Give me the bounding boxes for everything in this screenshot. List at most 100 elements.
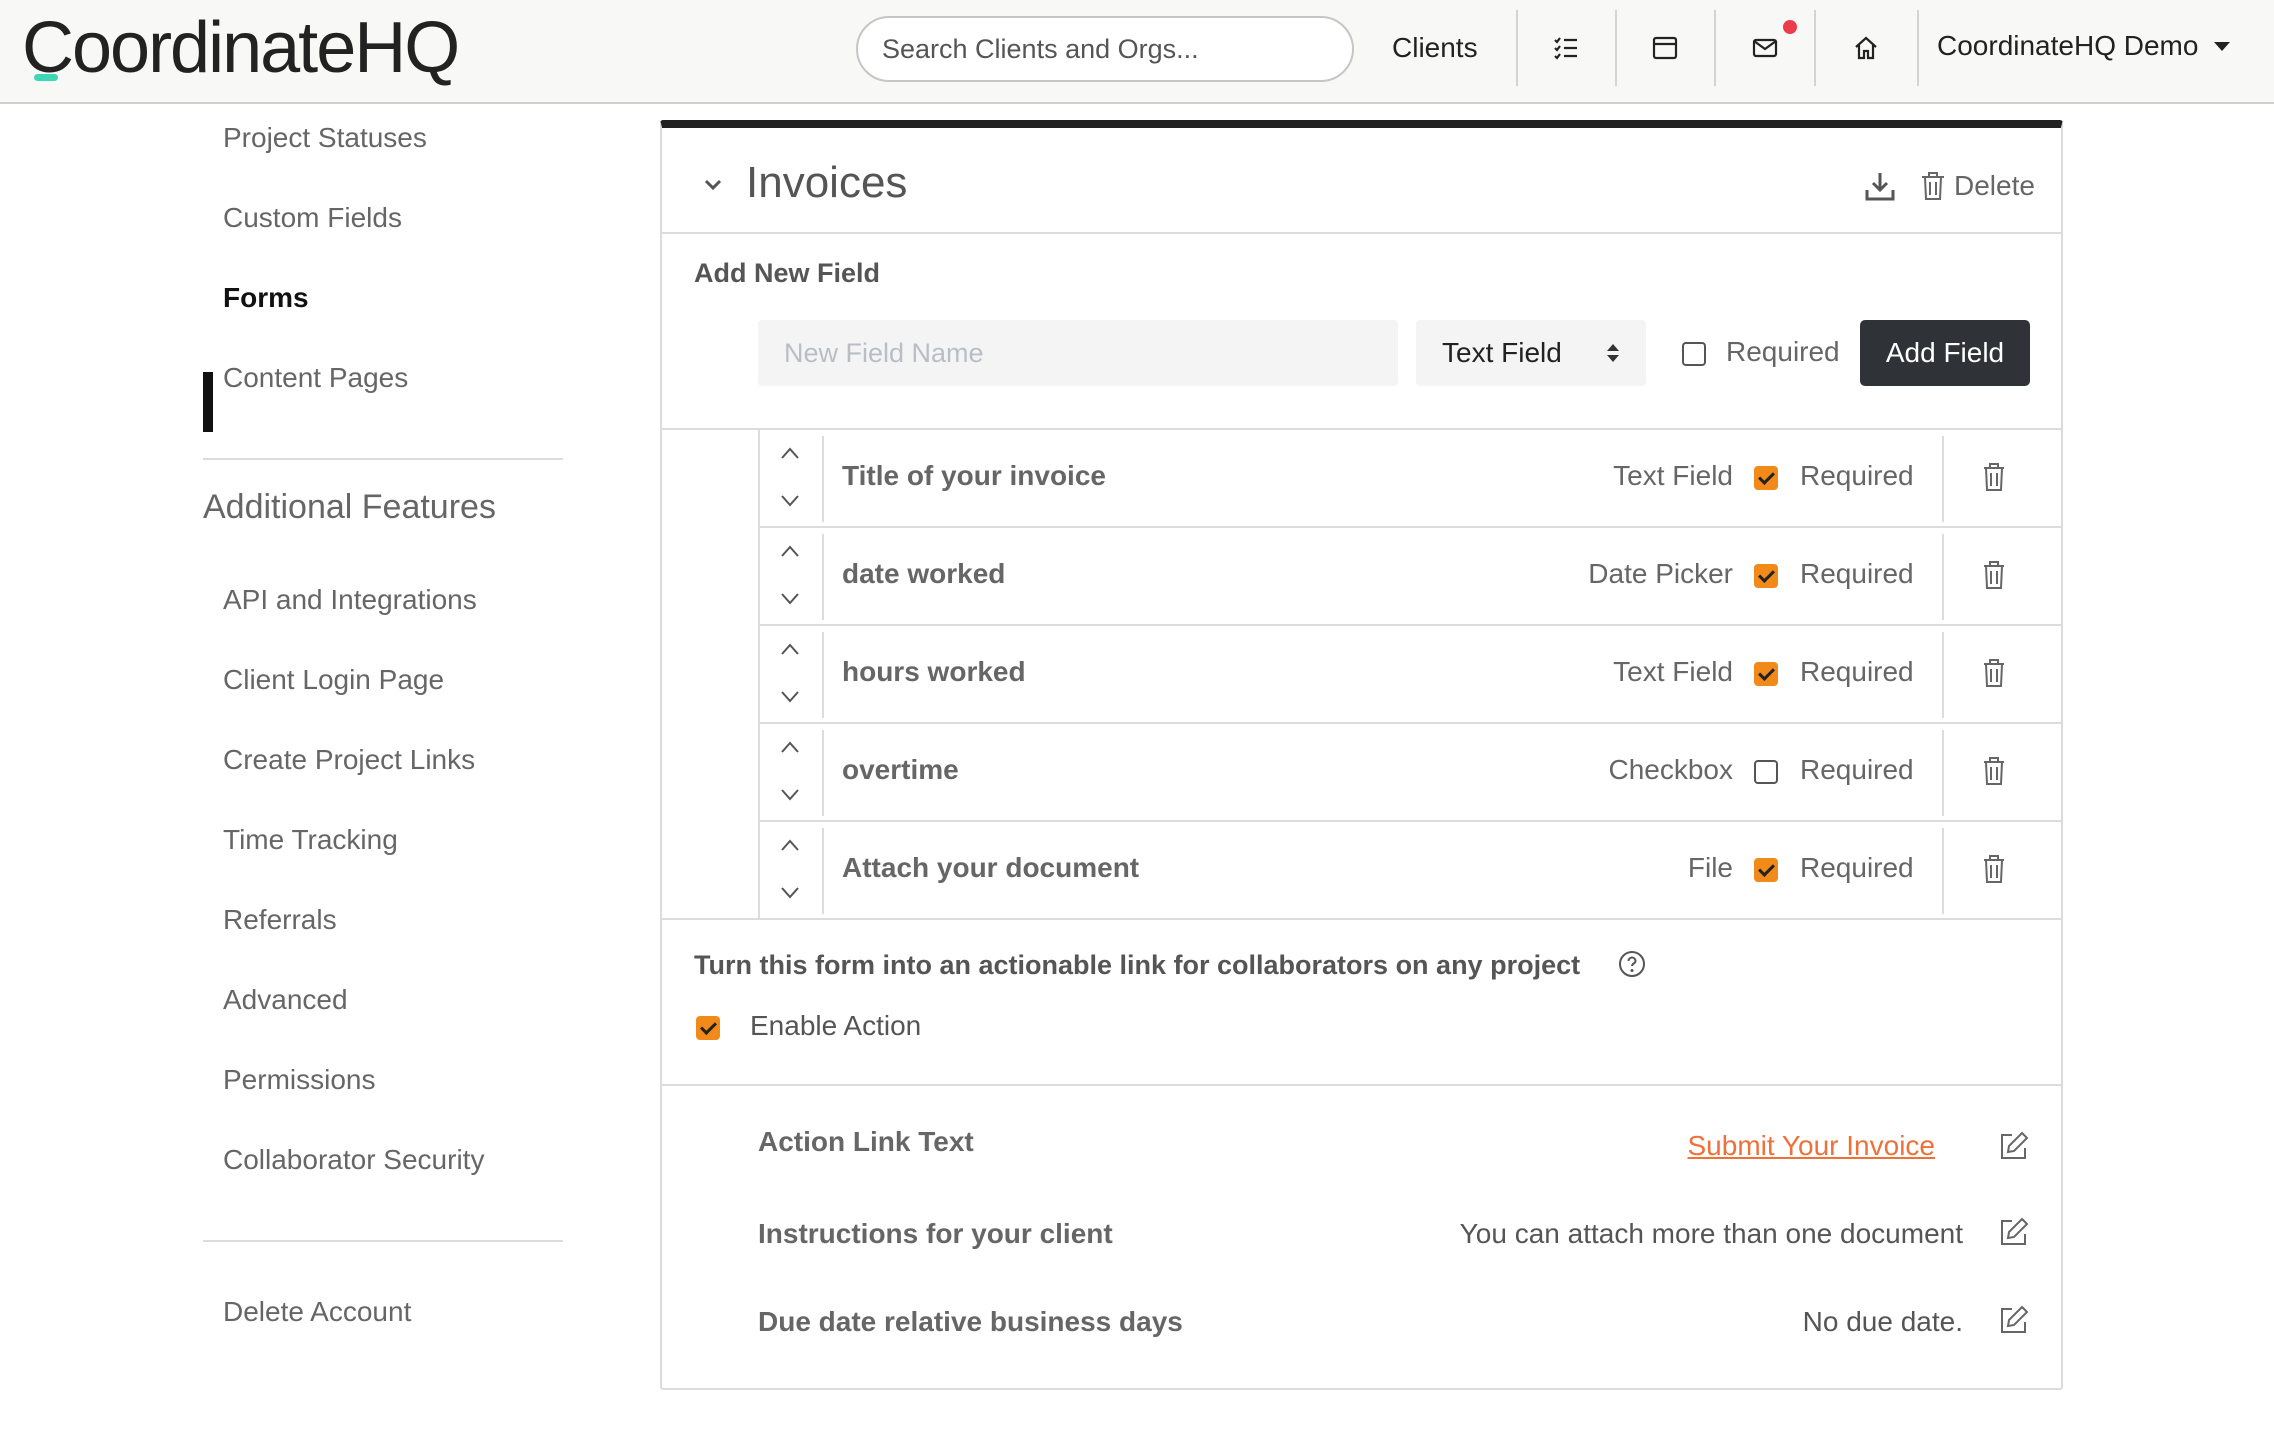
account-menu[interactable]: CoordinateHQ Demo	[1937, 30, 2198, 62]
field-required-checkbox[interactable]	[1754, 858, 1778, 882]
divider	[662, 232, 2061, 234]
move-down-icon[interactable]	[780, 494, 800, 508]
sidebar-item-content-pages[interactable]: Content Pages	[223, 362, 408, 394]
sidebar-divider	[203, 1240, 563, 1242]
trash-icon[interactable]	[1982, 560, 2006, 590]
action-link-text-label: Action Link Text	[758, 1126, 974, 1157]
mail-icon[interactable]	[1745, 28, 1785, 68]
action-link-text-value[interactable]: Submit Your Invoice	[1688, 1130, 1936, 1162]
home-icon[interactable]	[1846, 28, 1886, 68]
logo-accent	[34, 74, 58, 81]
new-field-required-checkbox[interactable]	[1682, 342, 1706, 366]
field-type-value: Text Field	[1442, 337, 1562, 368]
sidebar-item-forms[interactable]: Forms	[223, 282, 309, 314]
trash-icon[interactable]	[1982, 462, 2006, 492]
field-name[interactable]: date worked	[842, 558, 1005, 590]
move-up-icon[interactable]	[780, 544, 800, 558]
form-editor-card: Invoices Delete Add New Field Text Field…	[660, 120, 2063, 1390]
chevron-down-icon[interactable]	[702, 174, 724, 196]
active-indicator	[203, 372, 213, 432]
help-icon[interactable]	[1618, 950, 1646, 978]
sidebar-divider	[203, 458, 563, 460]
sidebar-item-client-login-page[interactable]: Client Login Page	[223, 664, 444, 696]
field-type: Text Field	[1613, 460, 1733, 491]
notification-dot	[1783, 20, 1797, 34]
move-up-icon[interactable]	[780, 838, 800, 852]
enable-action-label: Enable Action	[750, 1010, 922, 1041]
new-field-required-label: Required	[1726, 336, 1840, 367]
move-down-icon[interactable]	[780, 592, 800, 606]
trash-icon[interactable]	[1982, 658, 2006, 688]
calendar-icon[interactable]	[1645, 28, 1685, 68]
sidebar-item-time-tracking[interactable]: Time Tracking	[223, 824, 398, 856]
checklist-icon[interactable]	[1546, 28, 1586, 68]
field-required-checkbox[interactable]	[1754, 564, 1778, 588]
delete-form-button[interactable]: Delete	[1920, 168, 2035, 204]
enable-action-checkbox[interactable]	[696, 1016, 720, 1040]
row-border	[1942, 730, 1944, 816]
sort-arrows-icon	[1607, 344, 1619, 362]
field-type: Checkbox	[1608, 754, 1733, 785]
field-row: hours worked Text Field Required	[758, 626, 2061, 724]
field-name[interactable]: Attach your document	[842, 852, 1139, 884]
action-prompt: Turn this form into an actionable link f…	[694, 950, 1581, 980]
sidebar-item-advanced[interactable]: Advanced	[223, 984, 348, 1016]
row-border	[758, 626, 760, 724]
field-required-checkbox[interactable]	[1754, 662, 1778, 686]
trash-icon[interactable]	[1982, 854, 2006, 884]
sidebar-item-referrals[interactable]: Referrals	[223, 904, 337, 936]
sidebar-item-collaborator-security[interactable]: Collaborator Security	[223, 1144, 484, 1176]
sidebar-item-project-statuses[interactable]: Project Statuses	[223, 122, 427, 154]
coordinatehq-logo[interactable]: CoordinateHQ	[22, 6, 460, 90]
divider	[662, 918, 2061, 920]
row-border	[758, 430, 760, 528]
nav-divider	[1917, 10, 1919, 86]
row-border	[758, 528, 760, 626]
move-up-icon[interactable]	[780, 740, 800, 754]
field-required-checkbox[interactable]	[1754, 466, 1778, 490]
nav-divider	[1615, 10, 1617, 86]
edit-icon[interactable]	[1998, 1130, 2030, 1162]
sidebar-section-heading: Additional Features	[203, 488, 496, 526]
field-type: Text Field	[1613, 656, 1733, 687]
field-name[interactable]: Title of your invoice	[842, 460, 1106, 492]
row-border	[822, 436, 824, 522]
caret-down-icon[interactable]	[2214, 42, 2230, 51]
move-down-icon[interactable]	[780, 690, 800, 704]
add-field-button[interactable]: Add Field	[1860, 320, 2030, 386]
edit-icon[interactable]	[1998, 1304, 2030, 1336]
download-icon[interactable]	[1864, 170, 1896, 202]
field-row: Attach your document File Required	[758, 822, 2061, 920]
row-border	[758, 724, 760, 822]
row-border	[822, 534, 824, 620]
field-row: overtime Checkbox Required	[758, 724, 2061, 822]
add-new-field-heading: Add New Field	[694, 258, 881, 288]
move-up-icon[interactable]	[780, 642, 800, 656]
move-up-icon[interactable]	[780, 446, 800, 460]
form-title: Invoices	[746, 158, 908, 207]
sidebar-item-custom-fields[interactable]: Custom Fields	[223, 202, 402, 234]
edit-icon[interactable]	[1998, 1216, 2030, 1248]
search-input[interactable]	[856, 16, 1354, 82]
field-name[interactable]: hours worked	[842, 656, 1026, 688]
nav-divider	[1714, 10, 1716, 86]
field-type: Date Picker	[1588, 558, 1733, 589]
new-field-name-input[interactable]	[758, 320, 1398, 386]
field-type: File	[1687, 852, 1733, 883]
nav-clients-link[interactable]: Clients	[1392, 32, 1478, 64]
sidebar-item-api-integrations[interactable]: API and Integrations	[223, 584, 477, 616]
sidebar-item-permissions[interactable]: Permissions	[223, 1064, 375, 1096]
instructions-label: Instructions for your client	[758, 1218, 1113, 1249]
field-name[interactable]: overtime	[842, 754, 959, 786]
field-required-checkbox[interactable]	[1754, 760, 1778, 784]
nav-divider	[1516, 10, 1518, 86]
trash-icon[interactable]	[1982, 756, 2006, 786]
instructions-value: You can attach more than one document	[1459, 1218, 1963, 1249]
field-required-label: Required	[1800, 656, 1914, 687]
field-type-select[interactable]: Text Field	[1416, 320, 1646, 386]
move-down-icon[interactable]	[780, 886, 800, 900]
move-down-icon[interactable]	[780, 788, 800, 802]
sidebar-item-delete-account[interactable]: Delete Account	[223, 1296, 411, 1328]
trash-icon	[1922, 172, 1944, 200]
sidebar-item-create-project-links[interactable]: Create Project Links	[223, 744, 475, 776]
